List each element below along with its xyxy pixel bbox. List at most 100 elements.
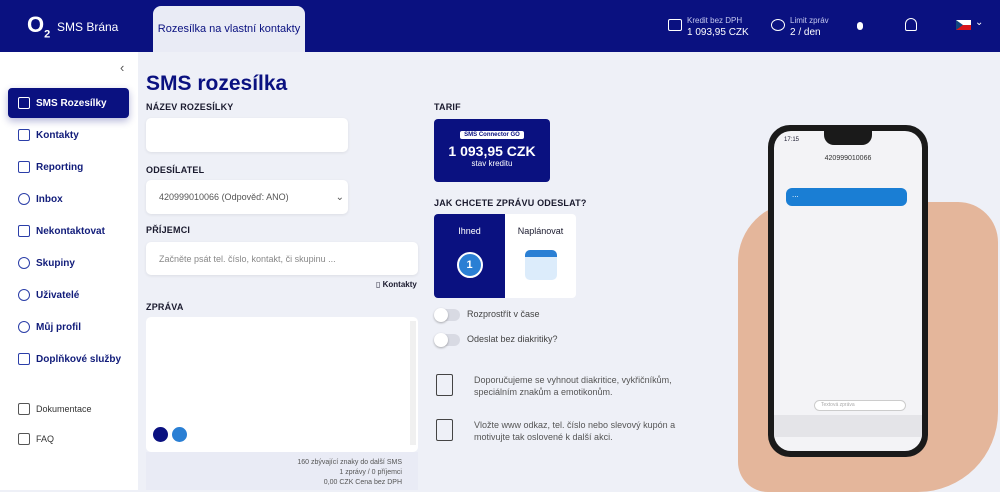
tarif-badge: SMS Connector GO [460,131,524,139]
credit-label: Kredit bez DPH [687,16,743,25]
settings-icon[interactable] [153,427,168,442]
message-textarea[interactable] [146,317,418,452]
name-label: NÁZEV ROZESÍLKY [146,102,234,112]
credit-stat: Kredit bez DPH 1 093,95 CZK [687,15,749,39]
message-footer: 160 zbývající znaky do další SMS 1 zpráv… [146,452,418,490]
sidebar-item-label: Reporting [36,161,84,173]
sidebar-item-label: Dokumentace [36,404,92,414]
textarea-scrollbar[interactable] [410,321,416,445]
recipients-label: PŘÍJEMCI [146,225,191,235]
phone-time: 17:15 [784,137,800,143]
calendar-icon [524,250,557,280]
user-icon [18,321,30,333]
sidebar-item-dokumentace[interactable]: Dokumentace [0,394,138,424]
no-diacritics-toggle[interactable] [434,333,460,347]
no-contact-icon [18,225,30,237]
send-scheduled-option[interactable]: Naplánovat [505,214,576,298]
now-number-icon: 1 [456,252,483,278]
users-icon [18,289,30,301]
send-scheduled-label: Naplánovat [517,226,564,236]
tarif-amount: 1 093,95 CZK [448,143,536,159]
tarif-label: TARIF [434,102,461,112]
sidebar-item-label: SMS Rozesílky [36,97,107,109]
no-diacritics-label: Odeslat bez diakritiky? [467,334,558,344]
status-dot-icon [857,22,863,30]
phone-message-input: Textová zpráva [814,400,906,411]
recipients-input[interactable]: Začněte psát tel. číslo, kontakt, či sku… [146,242,418,275]
sidebar-item-faq[interactable]: FAQ [0,424,138,454]
message-limit-icon [771,19,785,31]
sidebar-item-skupiny[interactable]: Skupiny [0,248,138,278]
messages-count: 1 zprávy / 0 příjemci [339,469,402,476]
app-name: SMS Brána [57,20,119,34]
services-icon [18,353,30,365]
chevron-down-icon[interactable]: ⌄ [975,17,983,28]
sidebar-item-label: Můj profil [36,321,81,333]
spread-toggle[interactable] [434,308,460,322]
phone-screen: 17:15 420999010066 ... Textová zpráva [774,131,922,451]
contacts-icon [18,129,30,141]
bell-icon[interactable] [905,18,917,31]
envelope-icon [18,97,30,109]
spread-label: Rozprostřít v čase [467,309,540,319]
remaining-chars: 160 zbývající znaky do další SMS [297,459,402,466]
wallet-icon [668,19,682,31]
sidebar-item-sms-rozesilky[interactable]: SMS Rozesílky [8,88,129,118]
limit-value: 2 / den [790,27,821,38]
document-icon [436,374,453,396]
sender-value: 420999010066 (Odpověď: ANO) [159,192,289,202]
send-now-label: Ihned [458,226,481,236]
sidebar-item-label: Nekontaktovat [36,225,105,237]
sidebar-item-label: Inbox [36,193,63,205]
sms-bubble: ... [786,188,907,206]
limit-label: Limit zpráv [790,16,829,25]
tip-diacritics: Doporučujeme se vyhnout diakritice, vykř… [474,375,672,397]
sidebar-item-reporting[interactable]: Reporting [0,152,138,182]
bar-chart-icon [18,161,30,173]
tip-link: Vložte www odkaz, tel. číslo nebo slevov… [474,420,676,442]
sender-label: ODESÍLATEL [146,165,205,175]
send-method-label: JAK CHCETE ZPRÁVU ODESLAT? [434,198,587,208]
sidebar-item-uzivatele[interactable]: Uživatelé [0,280,138,310]
sidebar-item-kontakty[interactable]: Kontakty [0,120,138,150]
edit-icon [436,419,453,441]
chevron-down-icon: ⌄ [335,191,344,203]
group-icon [18,257,30,269]
price: 0,00 CZK Cena bez DPH [323,479,402,486]
phone-preview: 17:15 420999010066 ... Textová zpráva [768,125,928,457]
contacts-link-label: Kontakty [382,280,417,289]
campaign-name-input[interactable] [146,118,348,152]
contacts-link[interactable]: ▯ Kontakty [376,280,417,289]
tarif-card: SMS Connector GO 1 093,95 CZK stav kredi… [434,119,550,182]
sidebar: ‹ SMS Rozesílky Kontakty Reporting Inbox… [0,52,138,490]
top-bar: O2 SMS Brána Rozesílka na vlastní kontak… [0,0,1000,52]
sidebar-item-doplnkove-sluzby[interactable]: Doplňkové služby [0,344,138,374]
tab-custom-contacts[interactable]: Rozesílka na vlastní kontakty [153,6,305,52]
page-title: SMS rozesílka [146,72,288,95]
document-icon [18,403,30,415]
faq-icon [18,433,30,445]
sidebar-item-label: FAQ [36,434,55,444]
credit-value: 1 093,95 CZK [687,27,749,38]
app-icon-row [774,415,922,437]
chat-icon [18,193,30,205]
phone-number: 420999010066 [824,155,872,162]
send-now-option[interactable]: Ihned 1 [434,214,505,298]
o2-logo[interactable]: O2 [27,12,50,40]
sidebar-item-label: Skupiny [36,257,75,269]
contact-icon[interactable] [172,427,187,442]
collapse-sidebar-icon[interactable]: ‹ [120,60,124,75]
sidebar-item-inbox[interactable]: Inbox [0,184,138,214]
sidebar-item-label: Kontakty [36,129,79,141]
sender-select[interactable]: 420999010066 (Odpověď: ANO) ⌄ [146,180,348,214]
czech-flag-icon[interactable] [956,20,971,30]
main-content: SMS rozesílka NÁZEV ROZESÍLKY ODESÍLATEL… [138,52,1000,492]
sidebar-item-muj-profil[interactable]: Můj profil [0,312,138,342]
phone-notch [824,131,872,145]
sidebar-item-nekontaktovat[interactable]: Nekontaktovat [0,216,138,246]
tarif-sub: stav kreditu [471,159,513,168]
sidebar-item-label: Doplňkové služby [36,353,122,365]
message-label: ZPRÁVA [146,302,184,312]
sidebar-item-label: Uživatelé [36,289,80,301]
limit-stat: Limit zpráv 2 / den [790,15,829,39]
